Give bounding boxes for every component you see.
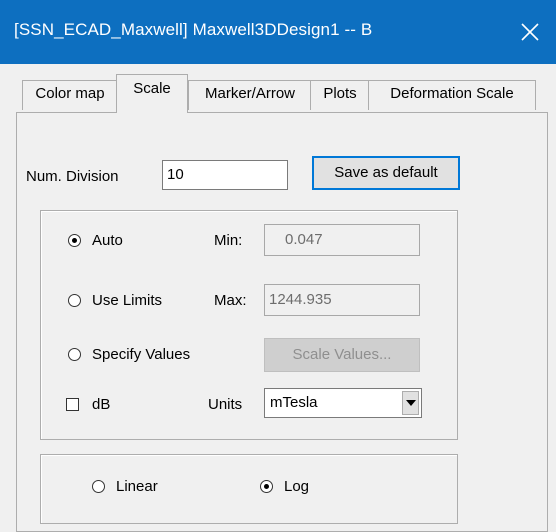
linear-label: Linear <box>116 478 158 495</box>
tab-marker-arrow[interactable]: Marker/Arrow <box>188 80 312 110</box>
max-label: Max: <box>214 292 247 309</box>
save-as-default-label: Save as default <box>334 164 438 181</box>
chevron-down-icon <box>406 400 416 406</box>
auto-label: Auto <box>92 232 123 249</box>
units-select[interactable]: mTesla <box>264 388 422 418</box>
linear-radio[interactable] <box>92 480 105 493</box>
specify-values-label: Specify Values <box>92 346 191 363</box>
tab-label: Scale <box>133 80 171 97</box>
db-label: dB <box>92 396 111 413</box>
tab-deformation-scale[interactable]: Deformation Scale <box>368 80 536 110</box>
units-dropdown-button[interactable] <box>402 391 419 415</box>
tab-plots[interactable]: Plots <box>310 80 370 110</box>
tab-label: Color map <box>35 85 105 102</box>
tab-label: Marker/Arrow <box>204 85 295 102</box>
close-button[interactable] <box>510 12 550 52</box>
scale-values-label: Scale Values... <box>292 346 392 363</box>
use-limits-radio[interactable] <box>68 294 81 307</box>
tab-color-map[interactable]: Color map <box>22 80 118 110</box>
log-radio[interactable] <box>260 480 273 493</box>
save-as-default-button[interactable]: Save as default <box>312 156 460 190</box>
close-icon <box>521 23 539 41</box>
min-label: Min: <box>214 232 243 249</box>
db-checkbox[interactable] <box>66 398 79 411</box>
num-division-input[interactable]: 10 <box>162 160 288 190</box>
window-title: [SSN_ECAD_Maxwell] Maxwell3DDesign1 -- B <box>14 20 373 39</box>
num-division-value: 10 <box>167 166 184 183</box>
units-value: mTesla <box>270 394 318 411</box>
scale-values-button[interactable]: Scale Values... <box>264 338 420 372</box>
tab-label: Plots <box>323 85 357 102</box>
log-label: Log <box>284 478 310 495</box>
min-input[interactable]: 0.047 <box>264 224 420 256</box>
units-label: Units <box>208 396 243 413</box>
tab-label: Deformation Scale <box>390 85 514 102</box>
max-value: 1244.935 <box>269 291 332 308</box>
tab-scale[interactable]: Scale <box>116 74 188 113</box>
max-input[interactable]: 1244.935 <box>264 284 420 316</box>
title-bar: [SSN_ECAD_Maxwell] Maxwell3DDesign1 -- B <box>0 0 556 64</box>
min-value: 0.047 <box>285 231 323 248</box>
use-limits-label: Use Limits <box>92 292 163 309</box>
num-division-label: Num. Division <box>26 168 119 185</box>
specify-values-radio[interactable] <box>68 348 81 361</box>
auto-radio[interactable] <box>68 234 81 247</box>
